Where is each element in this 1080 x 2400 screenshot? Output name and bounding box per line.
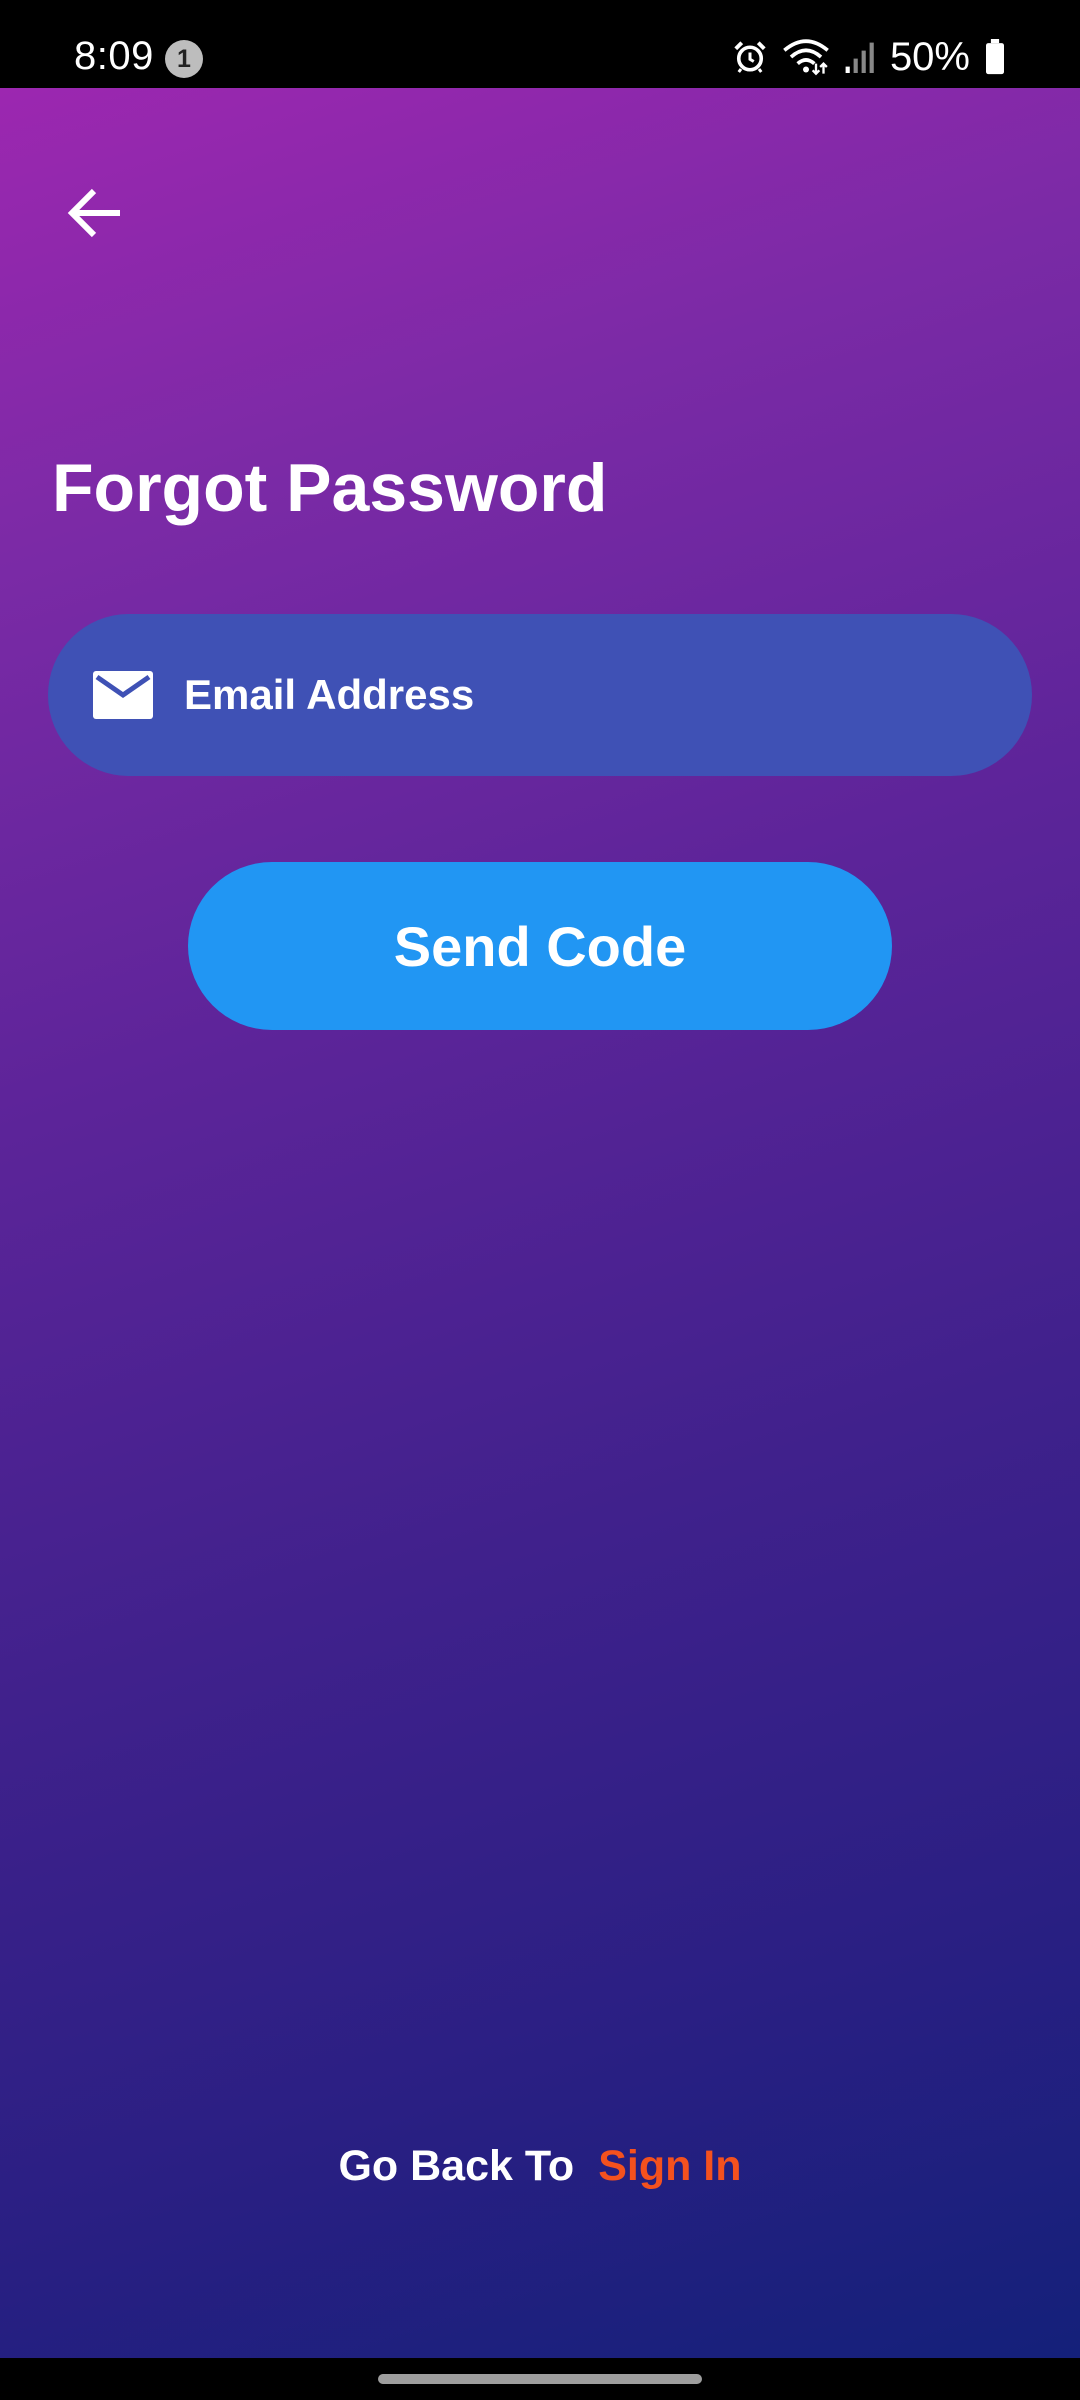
page-title: Forgot Password <box>52 450 608 526</box>
notification-count-badge: 1 <box>165 40 203 78</box>
footer-prefix-text: Go Back To <box>338 2142 575 2190</box>
alarm-icon <box>732 39 768 75</box>
signal-icon <box>844 39 876 75</box>
email-input[interactable] <box>184 671 944 719</box>
footer-sign-in-prompt: Go Back To Sign In <box>0 2138 1080 2194</box>
battery-percent: 50% <box>889 35 970 79</box>
wifi-icon <box>782 37 830 77</box>
sign-in-link[interactable]: Sign In <box>598 2142 741 2190</box>
forgot-password-screen: 8:09 1 50% Forgot Password Email Address… <box>0 0 1080 2400</box>
app-content: Forgot Password Send Code Go Back To Sign… <box>0 88 1080 2358</box>
status-time: 8:09 <box>74 34 154 78</box>
battery-icon <box>984 39 1006 75</box>
email-field[interactable] <box>48 614 1032 776</box>
back-button[interactable] <box>50 170 140 260</box>
send-code-button[interactable]: Send Code <box>188 862 892 1030</box>
navigation-bar <box>0 2358 1080 2400</box>
home-gesture-handle[interactable] <box>378 2374 702 2384</box>
status-bar: 8:09 1 50% <box>0 0 1080 88</box>
status-icons: 50% <box>732 34 1006 80</box>
arrow-left-icon <box>66 187 124 244</box>
mail-icon <box>86 658 160 732</box>
